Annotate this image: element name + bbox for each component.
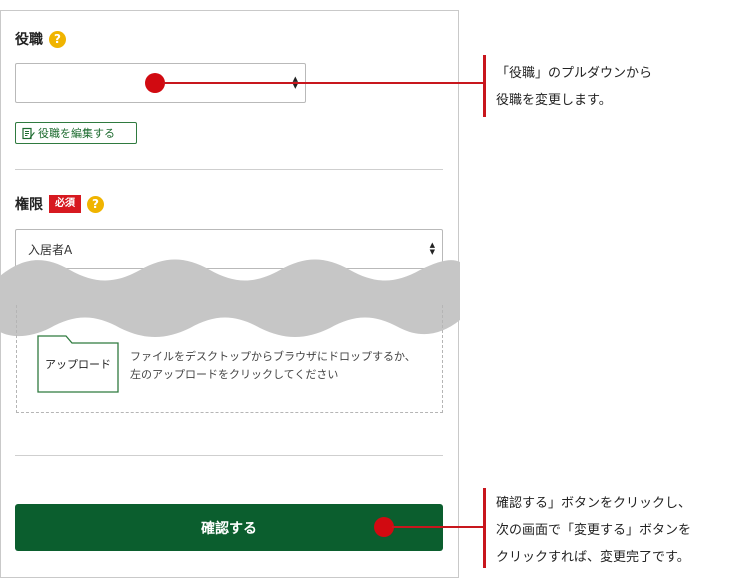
role-label: 役職: [15, 32, 43, 48]
edit-role-button[interactable]: 役職を編集する: [15, 122, 137, 144]
annotation-pointer-dot: [374, 517, 394, 537]
edit-role-button-label: 役職を編集する: [38, 127, 115, 140]
annotation-callout-bar: [483, 488, 486, 568]
required-badge: 必須: [49, 195, 81, 213]
permission-label-row: 権限 必須 ?: [15, 194, 104, 214]
annotation-text-line: 次の画面で「変更する」ボタンを: [496, 523, 692, 538]
edit-document-icon: [22, 127, 35, 139]
annotation-pointer-line: [163, 82, 485, 84]
upload-instructions-line2: 左のアップロードをクリックしてください: [130, 368, 339, 381]
annotation-text-line: 役職を変更します。: [496, 93, 612, 108]
upload-button-label: アップロード: [45, 358, 111, 371]
role-label-row: 役職 ?: [15, 29, 66, 49]
annotation-text-line: 「役職」のプルダウンから: [496, 66, 653, 81]
permission-label: 権限: [15, 197, 43, 213]
section-divider: [15, 169, 443, 170]
annotation-text-line: クリックすれば、変更完了です。: [496, 550, 690, 565]
annotation-callout-confirm: 確認する」ボタンをクリックし、 次の画面で「変更する」ボタンを クリックすれば、変更…: [496, 490, 691, 571]
annotation-text-line: 確認する」ボタンをクリックし、: [496, 496, 692, 511]
annotation-pointer-line: [392, 526, 485, 528]
annotation-pointer-dot: [145, 73, 165, 93]
permission-help-icon[interactable]: ?: [87, 195, 104, 213]
role-help-icon[interactable]: ?: [49, 30, 66, 48]
upload-instructions: ファイルをデスクトップからブラウザにドロップするか、 左のアップロードをクリック…: [130, 348, 416, 384]
section-divider: [15, 455, 443, 456]
upload-instructions-line1: ファイルをデスクトップからブラウザにドロップするか、: [130, 350, 416, 363]
annotation-callout-role: 「役職」のプルダウンから 役職を変更します。: [496, 60, 652, 114]
annotation-callout-bar: [483, 55, 486, 117]
